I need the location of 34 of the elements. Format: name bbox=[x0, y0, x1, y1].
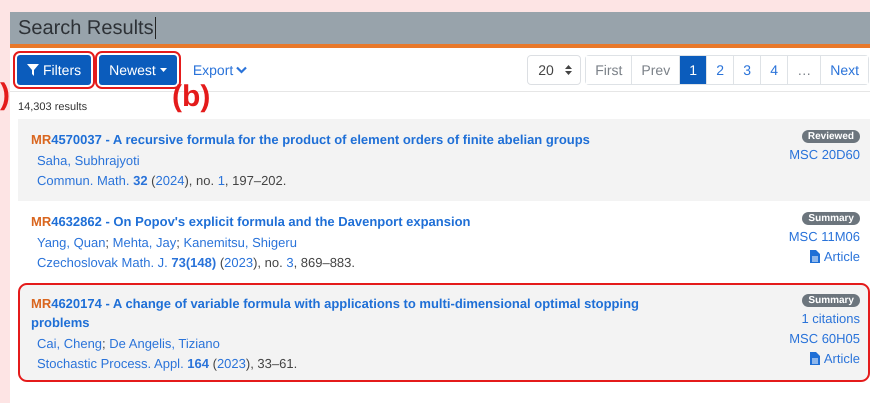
citations-link[interactable]: 1 citations bbox=[801, 310, 860, 327]
sort-dropdown[interactable]: Newest bbox=[99, 54, 177, 84]
result-title[interactable]: MR4632862 - On Popov's explicit formula and the Davenport expansion bbox=[31, 212, 691, 231]
caret-icon bbox=[160, 68, 167, 72]
author-list: Yang, Quan; Mehta, Jay; Kanemitsu, Shigeru bbox=[31, 234, 691, 251]
annotation-label: ) bbox=[0, 80, 10, 110]
article-link[interactable]: Article bbox=[810, 248, 860, 265]
export-link[interactable]: Export bbox=[186, 60, 254, 78]
page-title: Search Results bbox=[18, 17, 156, 39]
chevron-down-icon bbox=[236, 66, 248, 74]
result-title[interactable]: MR4620174 - A change of variable formula with applications to multi-dimensional optimal stopping problems bbox=[31, 294, 691, 332]
review-status-label: Summary bbox=[802, 212, 860, 225]
msc-link[interactable]: MSC 11M06 bbox=[788, 228, 860, 245]
msc-link[interactable]: MSC 60H05 bbox=[789, 330, 860, 347]
page-size-select[interactable]: 20 bbox=[527, 54, 582, 84]
article-link[interactable]: Article bbox=[810, 350, 860, 367]
document-icon bbox=[810, 250, 820, 263]
review-status-label: Summary bbox=[802, 294, 860, 307]
review-status-label: Reviewed bbox=[802, 130, 860, 143]
result-count: 14,303 results bbox=[18, 101, 88, 113]
author-list: Saha, Subhrajyoti bbox=[31, 152, 691, 169]
filter-icon bbox=[27, 64, 39, 76]
sort-arrows-icon bbox=[565, 64, 572, 74]
document-icon bbox=[810, 352, 820, 365]
msc-link[interactable]: MSC 20D60 bbox=[789, 146, 860, 163]
filters-button[interactable]: Filters bbox=[17, 54, 92, 84]
citation: Stochastic Process. Appl. 164 (2023), 33–61. bbox=[36, 355, 298, 372]
annotation-label: (b) bbox=[172, 82, 210, 112]
citation: Czechoslovak Math. J. 73(148) (2023), no. 3, 869–883. bbox=[36, 254, 356, 271]
page-link[interactable]: 1 bbox=[679, 56, 706, 84]
author-list: Cai, Cheng; De Angelis, Tiziano bbox=[31, 335, 691, 352]
result-title[interactable]: MR4570037 - A recursive formula for the product of element orders of finite abelian groups bbox=[31, 130, 691, 149]
citation: Commun. Math. 32 (2024), no. 1, 197–202. bbox=[36, 172, 288, 189]
page-link[interactable]: Next bbox=[820, 56, 868, 84]
